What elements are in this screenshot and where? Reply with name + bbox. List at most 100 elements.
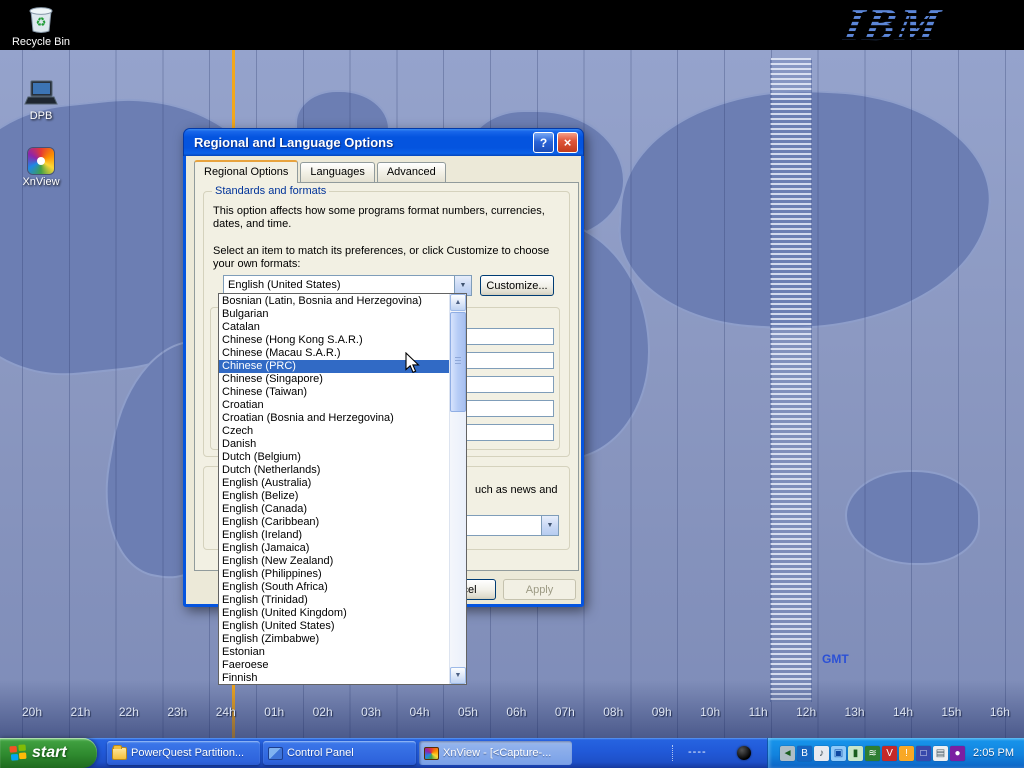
language-option[interactable]: English (South Africa) [219,581,449,594]
group-caption: Standards and formats [212,185,329,197]
timezone-label: 24h [216,705,236,719]
tab-strip: Regional Options Languages Advanced [194,162,448,182]
scheduler-icon[interactable]: ● [950,746,965,761]
timezone-label: 09h [652,705,672,719]
tab-advanced[interactable]: Advanced [377,162,446,182]
language-option[interactable]: English (Ireland) [219,529,449,542]
desktop-icon-label: Recycle Bin [12,36,70,48]
taskbar-button-xnview[interactable]: XnView - [<Capture-... [419,741,572,765]
timezone-label: 12h [796,705,816,719]
language-option[interactable]: English (Belize) [219,490,449,503]
language-option[interactable]: Bulgarian [219,308,449,321]
tab-regional-options[interactable]: Regional Options [194,160,298,182]
list-scrollbar[interactable]: ▲ ▼ [449,294,466,684]
dialog-titlebar[interactable]: Regional and Language Options ? × [183,128,584,156]
desktop-icon-recycle-bin[interactable]: ♻ Recycle Bin [8,2,74,48]
language-option[interactable]: Faeroese [219,659,449,672]
taskbar-button-control-panel[interactable]: Control Panel [263,741,416,765]
language-option[interactable]: Czech [219,425,449,438]
timezone-label: 22h [119,705,139,719]
antivirus-icon[interactable]: V [882,746,897,761]
timezone-label: 11h [749,705,768,719]
network-status-icon[interactable]: ▣ [831,746,846,761]
scroll-up-icon[interactable]: ▲ [450,294,466,311]
language-option[interactable]: Chinese (Taiwan) [219,386,449,399]
toolbar-text: ---- [688,746,707,758]
close-button[interactable]: × [557,132,578,153]
windows-flag-icon [9,744,27,762]
customize-button[interactable]: Customize... [480,275,554,296]
laptop-icon [24,80,58,108]
start-button-label: start [32,744,73,762]
timezone-label: 01h [264,705,284,719]
help-button[interactable]: ? [533,132,554,153]
toolbar-grip[interactable] [672,745,675,761]
language-option[interactable]: English (Caribbean) [219,516,449,529]
language-option[interactable]: Croatian [219,399,449,412]
mouse-cursor [405,352,420,377]
taskbar-buttons: PowerQuest Partition... Control Panel Xn… [107,741,572,765]
update-notification-icon[interactable]: ! [899,746,914,761]
display-settings-icon[interactable]: □ [916,746,931,761]
language-option[interactable]: Chinese (Hong Kong S.A.R.) [219,334,449,347]
language-option[interactable]: English (Zimbabwe) [219,633,449,646]
svg-text:♻: ♻ [36,15,47,29]
language-option[interactable]: English (Jamaica) [219,542,449,555]
recycle-bin-icon: ♻ [26,2,56,34]
volume-icon[interactable]: ♪ [814,746,829,761]
timezone-label: 20h [22,705,42,719]
desktop-icon-label: XnView [22,176,59,188]
tab-label: Regional Options [204,166,288,178]
safely-remove-hardware-icon[interactable]: ◄ [780,746,795,761]
language-option[interactable]: English (Trinidad) [219,594,449,607]
language-option[interactable]: Dutch (Belgium) [219,451,449,464]
clipboard-manager-icon[interactable]: ▤ [933,746,948,761]
chevron-down-icon[interactable]: ▼ [541,516,558,535]
tab-languages[interactable]: Languages [300,162,374,182]
task-icon [112,747,127,760]
timezone-label: 13h [845,705,865,719]
timezone-label-row: 20h21h22h23h24h01h02h03h04h05h06h07h08h0… [22,705,1010,719]
gmt-label: GMT [822,652,849,666]
taskbar-app-icon[interactable] [737,746,751,760]
language-option[interactable]: English (Philippines) [219,568,449,581]
task-icon [424,747,439,760]
taskbar-clock[interactable]: 2:05 PM [973,747,1014,759]
language-option[interactable]: Danish [219,438,449,451]
taskbar: start PowerQuest Partition... Control Pa… [0,738,1024,768]
bluetooth-icon[interactable]: B [797,746,812,761]
language-option[interactable]: Finnish [219,672,449,684]
language-dropdown-list: Bosnian (Latin, Bosnia and Herzegovina)B… [218,293,467,685]
language-option[interactable]: English (United States) [219,620,449,633]
language-option[interactable]: English (Canada) [219,503,449,516]
date-line-hatched-band [770,58,812,702]
timezone-label: 10h [700,705,720,719]
ibm-logo: IBM [839,0,946,51]
language-option[interactable]: Dutch (Netherlands) [219,464,449,477]
timezone-label: 21h [70,705,90,719]
desktop-icon-dpb[interactable]: DPB [8,80,74,122]
tab-label: Languages [310,166,364,178]
taskbar-button-powerquest[interactable]: PowerQuest Partition... [107,741,260,765]
language-option[interactable]: English (Australia) [219,477,449,490]
desktop-icon-label: DPB [30,110,53,122]
language-option[interactable]: Catalan [219,321,449,334]
apply-button[interactable]: Apply [503,579,576,600]
language-option[interactable]: English (New Zealand) [219,555,449,568]
task-label: XnView - [<Capture-... [443,747,551,759]
timezone-label: 08h [603,705,623,719]
timezone-label: 05h [458,705,478,719]
desktop-icon-xnview[interactable]: XnView [8,148,74,188]
language-option[interactable]: Croatian (Bosnia and Herzegovina) [219,412,449,425]
language-option[interactable]: Estonian [219,646,449,659]
wireless-signal-icon[interactable]: ≋ [865,746,880,761]
language-option[interactable]: Bosnian (Latin, Bosnia and Herzegovina) [219,295,449,308]
language-option[interactable]: English (United Kingdom) [219,607,449,620]
start-button[interactable]: start [0,738,97,768]
tab-label: Advanced [387,166,436,178]
timezone-label: 03h [361,705,381,719]
scroll-down-icon[interactable]: ▼ [450,667,466,684]
timezone-label: 15h [941,705,961,719]
scrollbar-thumb[interactable] [450,312,466,412]
battery-status-icon[interactable]: ▮ [848,746,863,761]
